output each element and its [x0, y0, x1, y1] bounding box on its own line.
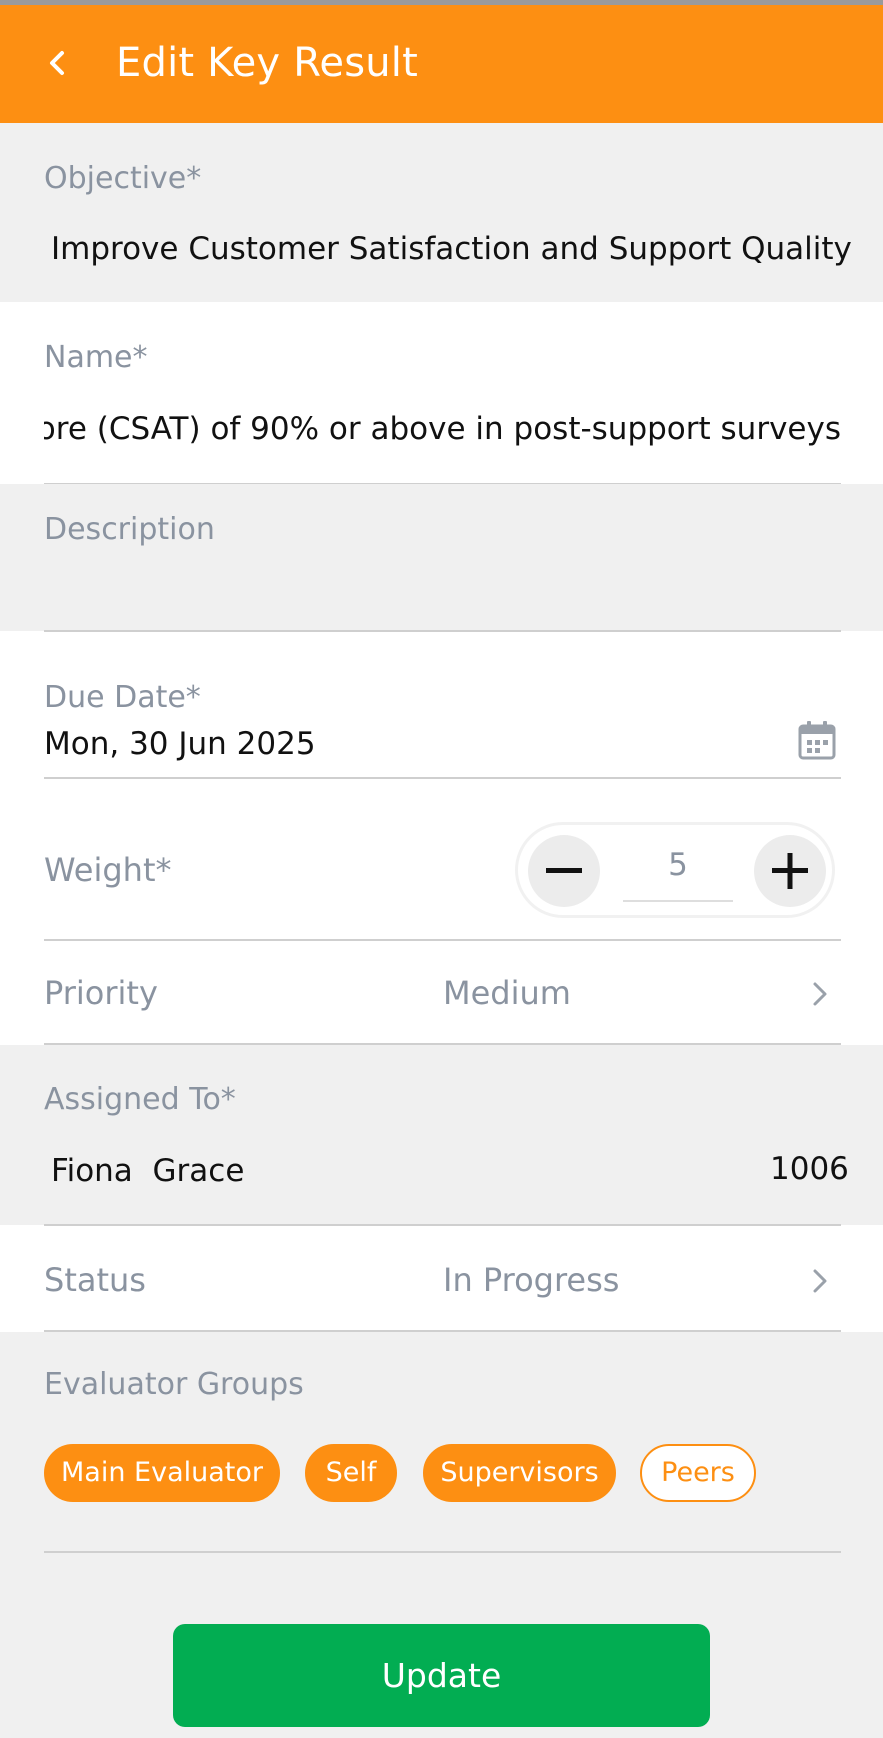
description-section: Description: [0, 484, 883, 632]
chevron-left-icon: [50, 51, 64, 75]
weight-underline: [623, 900, 733, 902]
plus-icon: [772, 853, 808, 889]
description-label: Description: [44, 512, 215, 547]
increment-button[interactable]: [754, 835, 826, 907]
page-title: Edit Key Result: [116, 40, 419, 86]
objective-section: Objective* Improve Customer Satisfaction…: [0, 123, 883, 302]
decrement-button[interactable]: [528, 835, 600, 907]
description-input[interactable]: [44, 562, 841, 612]
chip-main-evaluator[interactable]: Main Evaluator: [44, 1444, 280, 1502]
priority-label: Priority: [44, 974, 158, 1012]
name-input[interactable]: score (CSAT) of 90% or above in post-sup…: [44, 411, 841, 447]
priority-value: Medium: [443, 974, 571, 1012]
name-section: Name* score (CSAT) of 90% or above in po…: [0, 302, 883, 485]
minus-icon: [546, 868, 582, 873]
back-button[interactable]: [38, 43, 78, 83]
evaluator-groups-label: Evaluator Groups: [44, 1367, 304, 1402]
chevron-right-icon: [808, 979, 832, 1009]
assigned-to-label: Assigned To*: [44, 1082, 236, 1117]
objective-value: Improve Customer Satisfaction and Suppor…: [51, 231, 852, 267]
chip-self[interactable]: Self: [305, 1444, 397, 1502]
assigned-to-section: Assigned To* Fiona Grace 1006: [0, 1045, 883, 1226]
chevron-right-icon: [808, 1266, 832, 1296]
evaluator-groups-underline: [44, 1551, 841, 1553]
description-underline: [44, 630, 841, 632]
due-date-label: Due Date*: [44, 680, 201, 715]
due-date-value[interactable]: Mon, 30 Jun 2025: [44, 726, 316, 762]
status-label: Status: [44, 1261, 146, 1299]
status-row[interactable]: Status In Progress: [0, 1227, 883, 1330]
name-label: Name*: [44, 340, 148, 375]
app-bar: Edit Key Result: [0, 5, 883, 123]
chip-supervisors[interactable]: Supervisors: [423, 1444, 616, 1502]
assignee-name[interactable]: Fiona Grace: [51, 1153, 244, 1189]
weight-label: Weight*: [44, 851, 172, 889]
priority-row[interactable]: Priority Medium: [0, 941, 883, 1043]
calendar-icon[interactable]: [798, 720, 836, 760]
objective-label: Objective*: [44, 161, 202, 196]
assignee-id: 1006: [770, 1151, 849, 1187]
due-date-underline: [44, 777, 841, 779]
weight-stepper: 5: [515, 822, 835, 918]
weight-value[interactable]: 5: [623, 847, 733, 883]
status-value: In Progress: [443, 1261, 620, 1299]
assigned-to-underline: [44, 1224, 841, 1226]
chip-peers[interactable]: Peers: [640, 1444, 756, 1502]
update-button[interactable]: Update: [173, 1624, 710, 1727]
